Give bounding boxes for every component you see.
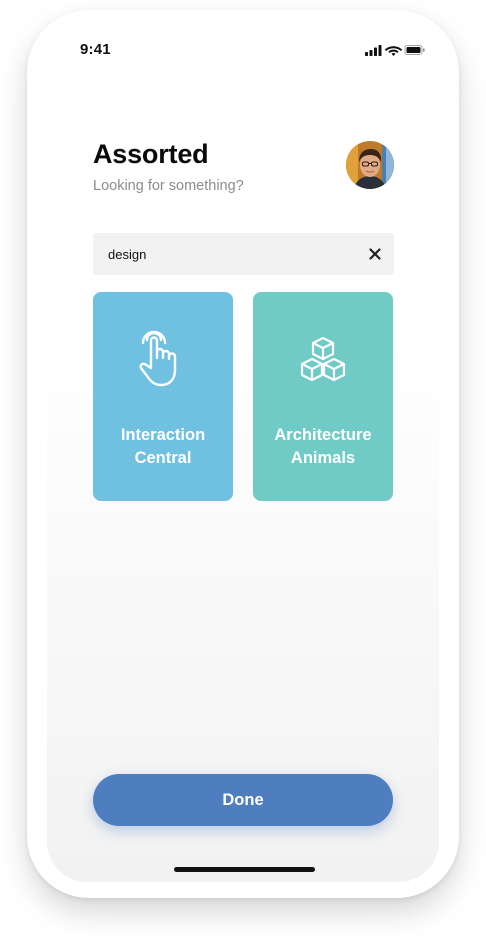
category-card-architecture-animals[interactable]: Architecture Animals	[253, 292, 393, 501]
cubes-icon	[300, 336, 346, 382]
app-screen: 9:41 Assorted Looking for something? des…	[47, 24, 439, 882]
done-button[interactable]: Done	[93, 774, 393, 826]
hand-pointer-icon	[139, 330, 177, 387]
status-bar: 9:41	[47, 24, 439, 74]
card-title: Architecture Animals	[253, 424, 393, 470]
signal-icon	[365, 45, 382, 56]
close-icon[interactable]	[367, 246, 383, 262]
battery-icon	[404, 45, 425, 55]
card-title: Interaction Central	[93, 424, 233, 470]
search-field[interactable]	[93, 233, 394, 275]
page-title: Assorted	[93, 139, 209, 169]
avatar[interactable]	[346, 141, 394, 189]
card-title-line-2: Central	[134, 449, 192, 467]
card-title-line-1: Architecture	[274, 426, 372, 444]
avatar-image	[346, 141, 394, 189]
card-title-line-2: Animals	[290, 449, 356, 467]
card-title-line-1: Interaction	[120, 426, 206, 444]
category-card-interaction-central[interactable]: Interaction Central	[93, 292, 233, 501]
search-input[interactable]	[108, 233, 348, 275]
status-icons	[365, 45, 425, 56]
page-subtitle: Looking for something?	[93, 178, 244, 194]
home-indicator	[174, 867, 315, 872]
status-time: 9:41	[80, 41, 111, 58]
wifi-icon	[384, 46, 403, 56]
